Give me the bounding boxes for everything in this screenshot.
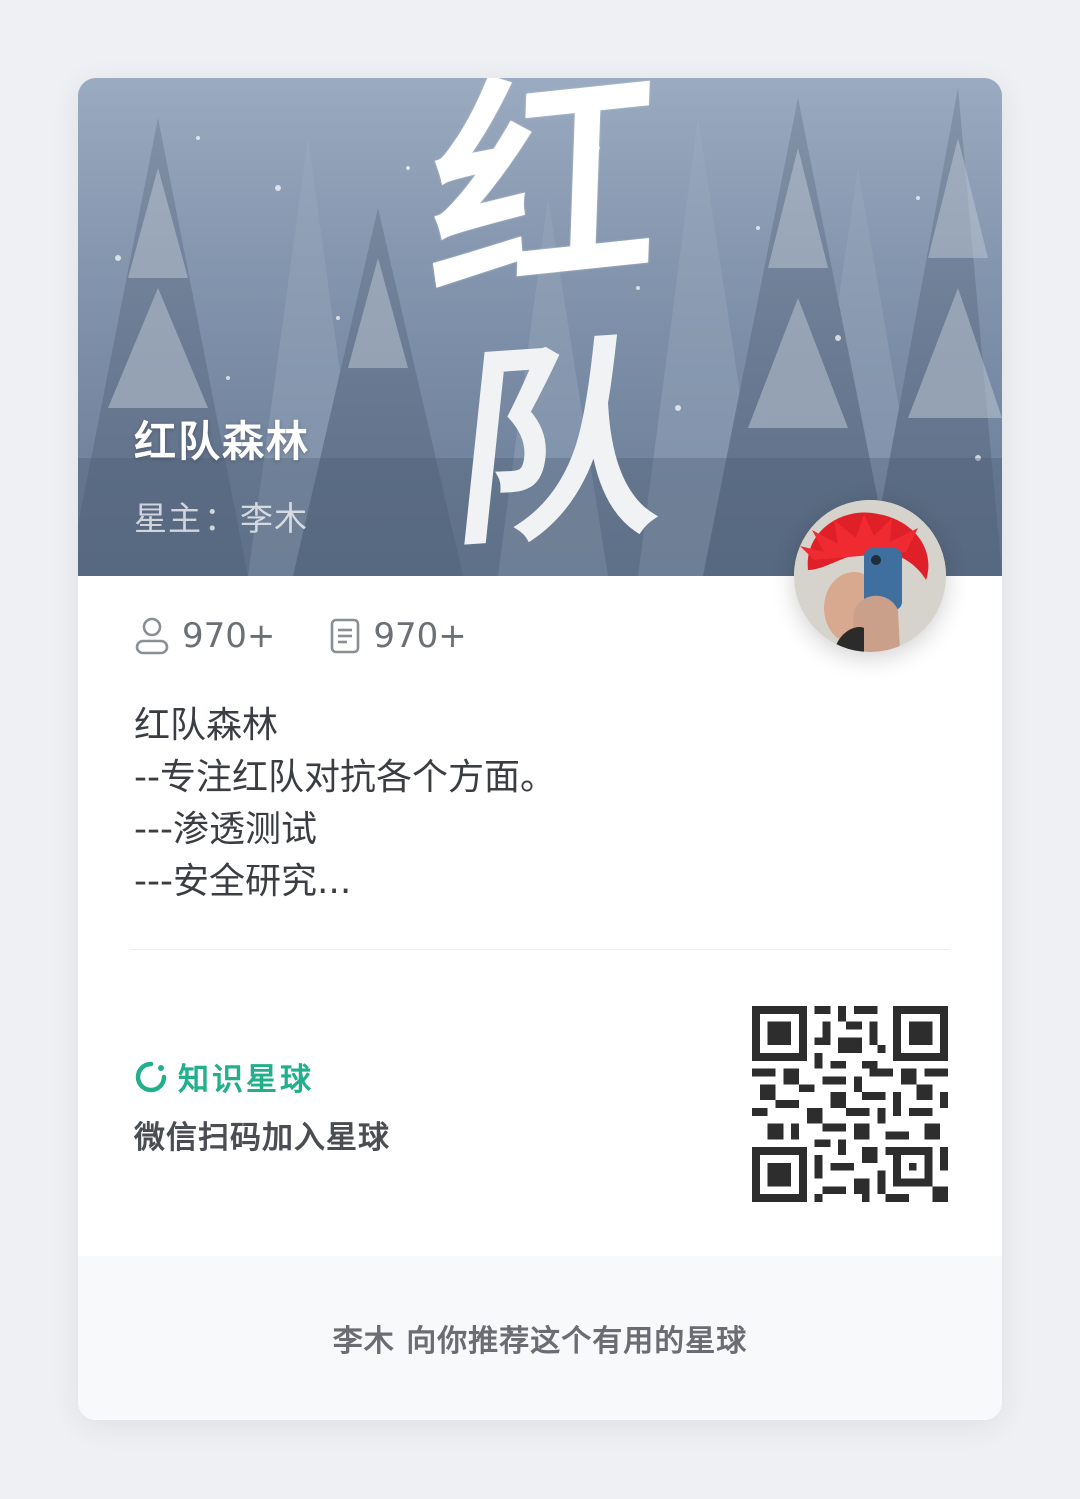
planet-share-card: 红 队 红队森林 星主：李木 970+ 970+ 红队森林 --专注红队对抗各个… bbox=[78, 78, 1002, 1420]
description-line: ---安全研究... bbox=[134, 861, 352, 902]
stats-row: 970+ 970+ bbox=[134, 614, 521, 658]
post-count-value: 970+ bbox=[373, 616, 467, 656]
owner-separator: ： bbox=[204, 499, 238, 538]
member-count: 970+ bbox=[134, 616, 275, 656]
avatar[interactable] bbox=[794, 500, 946, 652]
planet-description: 红队森林 --专注红队对抗各个方面。 ---渗透测试 ---安全研究... bbox=[134, 700, 894, 908]
description-line: 红队森林 bbox=[134, 705, 279, 746]
scan-instruction: 微信扫码加入星球 bbox=[134, 1120, 390, 1156]
qr-code-icon[interactable] bbox=[752, 1006, 948, 1202]
post-count: 970+ bbox=[329, 616, 467, 656]
avatar-photo bbox=[794, 500, 946, 652]
planet-title: 红队森林 bbox=[134, 417, 311, 466]
divider bbox=[130, 949, 950, 950]
recommendation-footer: 李木 向你推荐这个有用的星球 bbox=[78, 1256, 1002, 1420]
brand-logo: 知识星球 bbox=[134, 1054, 314, 1099]
document-icon bbox=[331, 618, 360, 654]
calligraphy-char-red: 红 bbox=[425, 78, 663, 334]
member-count-value: 970+ bbox=[182, 616, 276, 656]
owner-label: 星主 bbox=[134, 499, 202, 538]
description-line: --专注红队对抗各个方面。 bbox=[134, 757, 556, 798]
recommendation-text: 李木 向你推荐这个有用的星球 bbox=[332, 1324, 748, 1359]
brand-name: 知识星球 bbox=[178, 1062, 314, 1098]
owner-line: 星主：李木 bbox=[134, 492, 308, 540]
calligraphy-char-team: 队 bbox=[443, 312, 679, 576]
owner-name: 李木 bbox=[240, 499, 308, 538]
planet-logo-icon bbox=[135, 1061, 167, 1092]
user-icon bbox=[135, 617, 169, 655]
description-line: ---渗透测试 bbox=[134, 809, 317, 850]
